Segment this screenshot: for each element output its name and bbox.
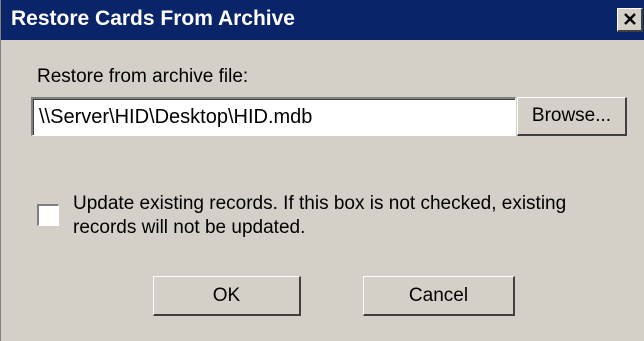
ok-button[interactable]: OK	[153, 276, 301, 316]
update-label-line1: Update existing records. If this box is …	[73, 193, 567, 214]
browse-button[interactable]: Browse...	[517, 97, 627, 136]
update-existing-records-checkbox[interactable]	[37, 204, 59, 226]
title-bar[interactable]: Restore Cards From Archive	[1, 0, 644, 40]
window-title: Restore Cards From Archive	[11, 7, 295, 30]
update-label-line2: records will not be updated.	[73, 217, 306, 238]
archive-file-path-input[interactable]	[31, 97, 516, 136]
close-button[interactable]	[617, 8, 643, 32]
close-icon	[624, 13, 636, 25]
restore-cards-dialog: Restore Cards From Archive Restore from …	[0, 0, 644, 341]
cancel-button[interactable]: Cancel	[363, 276, 515, 316]
update-existing-records-label[interactable]: Update existing records. If this box is …	[73, 192, 633, 240]
archive-file-label: Restore from archive file:	[37, 66, 249, 87]
